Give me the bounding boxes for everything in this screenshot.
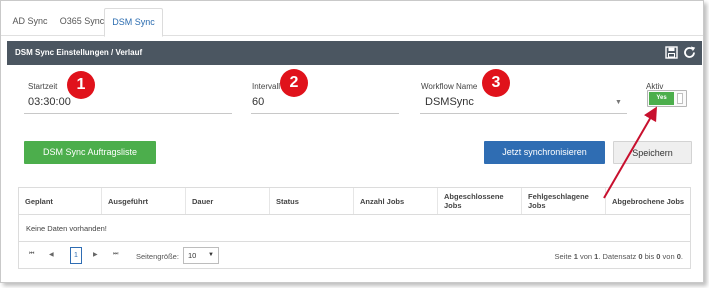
toggle-on-label: Yes bbox=[649, 92, 674, 105]
tab-o365-sync[interactable]: O365 Sync bbox=[55, 8, 109, 37]
column-header[interactable]: Status bbox=[269, 188, 353, 214]
tab-ad-sync[interactable]: AD Sync bbox=[7, 8, 53, 37]
save-icon[interactable] bbox=[664, 45, 679, 60]
startzeit-label: Startzeit bbox=[28, 82, 58, 91]
tab-dsm-sync[interactable]: DSM Sync bbox=[104, 8, 163, 37]
callout-badge-3: 3 bbox=[482, 69, 510, 97]
prev-page-icon[interactable]: ◀ bbox=[49, 251, 54, 258]
page-size-select[interactable]: 10 ▼ bbox=[183, 247, 219, 264]
sync-now-button[interactable]: Jetzt synchronisieren bbox=[484, 141, 605, 164]
toggle-knob bbox=[677, 93, 683, 104]
refresh-icon[interactable] bbox=[682, 45, 697, 60]
chevron-down-icon: ▼ bbox=[208, 252, 214, 258]
column-header[interactable]: Dauer bbox=[185, 188, 269, 214]
startzeit-input[interactable]: 03:30:00 bbox=[28, 96, 71, 108]
callout-badge-2: 2 bbox=[280, 69, 308, 97]
column-header[interactable]: Geplant bbox=[19, 188, 101, 214]
grid-header: Geplant Ausgeführt Dauer Status Anzahl J… bbox=[19, 188, 690, 215]
pager-info: Seite 1 von 1. Datensatz 0 bis 0 von 0. bbox=[554, 252, 683, 261]
aktiv-toggle[interactable]: Yes bbox=[647, 90, 687, 107]
next-page-icon[interactable]: ▶ bbox=[93, 251, 98, 258]
workflow-label: Workflow Name bbox=[421, 82, 478, 91]
app-frame: AD Sync O365 Sync DSM Sync DSM Sync Eins… bbox=[0, 0, 704, 283]
intervall-label: Intervall bbox=[252, 82, 281, 91]
page-size-label: Seitengröße: bbox=[136, 252, 179, 261]
startzeit-underline bbox=[24, 113, 232, 114]
workflow-underline bbox=[420, 113, 627, 114]
callout-badge-1: 1 bbox=[67, 71, 95, 99]
save-button[interactable]: Speichern bbox=[613, 141, 692, 164]
tab-bar: AD Sync O365 Sync DSM Sync bbox=[1, 1, 703, 37]
column-header[interactable]: Ausgeführt bbox=[101, 188, 185, 214]
history-grid: Geplant Ausgeführt Dauer Status Anzahl J… bbox=[18, 187, 691, 269]
panel-title: DSM Sync Einstellungen / Verlauf bbox=[15, 48, 143, 57]
intervall-underline bbox=[251, 113, 399, 114]
intervall-input[interactable]: 60 bbox=[252, 96, 264, 108]
auftragsliste-button[interactable]: DSM Sync Auftragsliste bbox=[24, 141, 156, 164]
pager: ⏮ ◀ 1 ▶ ⏭ Seitengröße: 10 ▼ Seite 1 von … bbox=[19, 243, 690, 269]
workflow-select[interactable]: DSMSync bbox=[425, 96, 474, 108]
column-header[interactable]: Anzahl Jobs bbox=[353, 188, 437, 214]
first-page-icon[interactable]: ⏮ bbox=[29, 251, 34, 258]
last-page-icon[interactable]: ⏭ bbox=[113, 251, 118, 258]
column-header[interactable]: Abgebrochene Jobs bbox=[605, 188, 690, 214]
chevron-down-icon[interactable]: ▼ bbox=[615, 99, 622, 106]
current-page-button[interactable]: 1 bbox=[70, 247, 82, 264]
column-header[interactable]: Fehlgeschlagene Jobs bbox=[521, 188, 605, 214]
panel-header: DSM Sync Einstellungen / Verlauf bbox=[7, 41, 702, 65]
page-size-value: 10 bbox=[188, 251, 197, 260]
column-header[interactable]: Abgeschlossene Jobs bbox=[437, 188, 521, 214]
no-data-message: Keine Daten vorhanden! bbox=[19, 215, 690, 242]
